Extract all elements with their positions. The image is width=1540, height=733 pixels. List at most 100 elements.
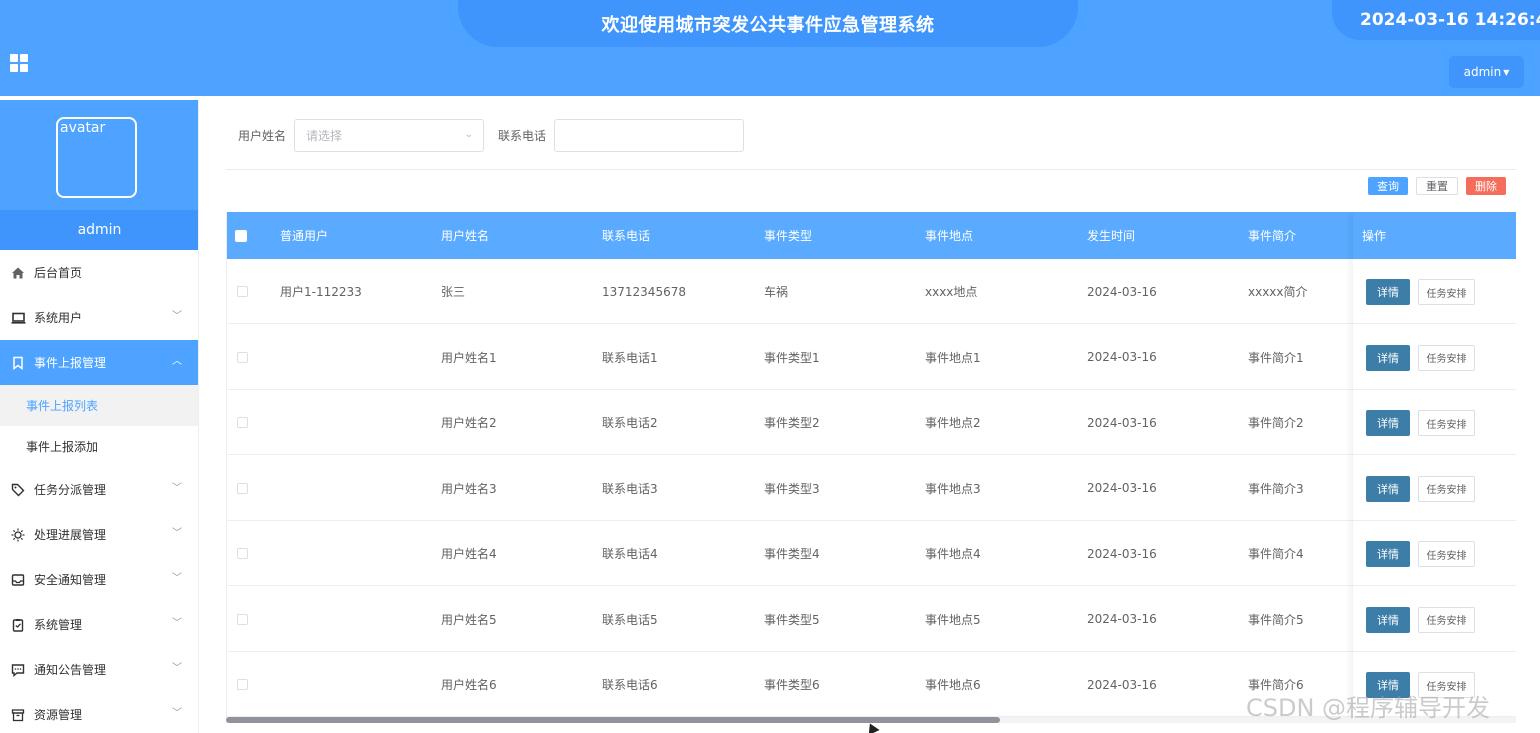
table-cell: 2024-03-16 <box>1087 350 1157 364</box>
chevron-down-icon: ▼ <box>1503 67 1510 77</box>
task-assign-button[interactable]: 任务安排 <box>1418 410 1475 436</box>
table-cell: 事件类型4 <box>764 547 820 561</box>
sidebar-item-label: 资源管理 <box>34 708 83 722</box>
table-row: 用户姓名5 联系电话5 事件类型5 事件地点5 2024-03-16 事件简介5 <box>227 586 1516 652</box>
task-assign-button[interactable]: 任务安排 <box>1418 541 1475 567</box>
column-header: 用户姓名 <box>441 229 490 243</box>
task-assign-button[interactable]: 任务安排 <box>1418 279 1475 305</box>
username-select-placeholder: 请选择 <box>306 129 343 143</box>
current-datetime: 2024-03-16 14:26:41 <box>1360 10 1540 30</box>
sidebar-item[interactable]: 系统管理 ﹀ <box>0 602 198 647</box>
sidebar-item[interactable]: 处理进展管理 ﹀ <box>0 512 198 557</box>
sidebar-item-label: 系统用户 <box>34 311 83 325</box>
task-assign-button[interactable]: 任务安排 <box>1418 606 1475 633</box>
chevron-down-icon: ﹀ <box>172 663 182 674</box>
table-cell: 用户1-112233 <box>280 285 362 299</box>
phone-filter-label: 联系电话 <box>498 129 547 143</box>
grid-icon[interactable] <box>10 54 28 72</box>
table-cell: 2024-03-16 <box>1087 481 1157 495</box>
table-cell: 事件地点3 <box>925 481 981 496</box>
table-cell: 事件类型6 <box>764 678 820 692</box>
detail-button[interactable]: 详情 <box>1366 541 1410 567</box>
table-cell: 事件简介2 <box>1248 416 1304 430</box>
task-assign-button[interactable]: 任务安排 <box>1418 475 1475 502</box>
detail-button[interactable]: 详情 <box>1366 475 1410 502</box>
table-cell: 联系电话3 <box>602 481 658 496</box>
chevron-down-icon: ﹀ <box>172 311 182 322</box>
column-header: 联系电话 <box>602 229 651 243</box>
row-checkbox[interactable] <box>237 351 248 363</box>
column-header: 事件简介 <box>1248 229 1297 243</box>
scrollbar-thumb[interactable] <box>226 717 1000 723</box>
username-filter-label: 用户姓名 <box>238 129 287 143</box>
sidebar-item-label: 任务分派管理 <box>34 483 107 497</box>
sidebar-item-label: 后台首页 <box>34 266 83 280</box>
sidebar-item-label: 通知公告管理 <box>34 663 107 677</box>
chevron-down-icon: ﹀ <box>172 708 182 719</box>
sidebar-item[interactable]: 任务分派管理 ﹀ <box>0 467 198 512</box>
data-table: 普通用户 用户姓名 联系电话 事件类型 事件地点 发生时间 事件简介 用户1-1… <box>226 212 1516 722</box>
phone-input[interactable] <box>554 119 745 152</box>
select-all-checkbox[interactable] <box>235 230 247 242</box>
delete-button[interactable]: 删除 <box>1466 177 1506 195</box>
table-cell: 事件类型5 <box>764 612 820 627</box>
action-buttons: 查询 重置 删除 <box>1368 177 1506 195</box>
table-cell: 2024-03-16 <box>1087 612 1157 626</box>
sidebar-item[interactable]: 安全通知管理 ﹀ <box>0 557 198 602</box>
table-cell: xxxxx简介 <box>1248 285 1308 299</box>
table-cell: 车祸 <box>764 285 789 299</box>
row-checkbox[interactable] <box>237 679 248 690</box>
sidebar-item-label: 安全通知管理 <box>34 573 107 587</box>
sun-icon <box>10 527 26 543</box>
detail-button[interactable]: 详情 <box>1366 279 1410 305</box>
sidebar-item[interactable]: 后台首页 <box>0 250 198 295</box>
table-row: 用户姓名3 联系电话3 事件类型3 事件地点3 2024-03-16 事件简介3 <box>227 455 1516 521</box>
table-cell: 联系电话2 <box>602 416 658 430</box>
detail-button[interactable]: 详情 <box>1366 410 1410 436</box>
chevron-down-icon: ﹀ <box>172 483 182 494</box>
clipboard-icon <box>10 617 26 633</box>
table-cell: 事件简介5 <box>1248 612 1304 627</box>
table-row: 用户姓名1 联系电话1 事件类型1 事件地点1 2024-03-16 事件简介1 <box>227 324 1516 390</box>
message-icon <box>10 662 26 678</box>
table-row: 用户1-112233 张三 13712345678 车祸 xxxx地点 2024-03-1… <box>227 259 1516 324</box>
row-checkbox[interactable] <box>237 548 248 559</box>
row-checkbox[interactable] <box>237 286 248 297</box>
task-assign-button[interactable]: 任务安排 <box>1418 344 1475 371</box>
row-checkbox[interactable] <box>237 482 248 494</box>
sidebar-subitem[interactable]: 事件上报添加 <box>0 426 198 467</box>
sidebar-username: admin <box>0 210 198 250</box>
sidebar: avatar admin 后台首页 系统用户 ﹀ 事件上报管理 ︿ 事件上报列表 事件上报添… <box>0 100 199 733</box>
main-content: 用户姓名 请选择 ⌄ 联系电话 查询 重置 删除 普通用户 用户姓名 联系电话 … <box>210 102 1534 733</box>
divider <box>226 169 1516 170</box>
reset-button[interactable]: 重置 <box>1416 177 1458 195</box>
clock-banner: 2024-03-16 14:26:41 <box>1332 0 1540 40</box>
query-button[interactable]: 查询 <box>1368 177 1408 195</box>
table-cell: 事件简介4 <box>1248 547 1304 561</box>
sidebar-item[interactable]: 系统用户 ﹀ <box>0 295 198 340</box>
table-cell: 用户姓名1 <box>441 350 497 365</box>
username-select[interactable]: 请选择 ⌄ <box>294 119 485 152</box>
sidebar-item-label: 处理进展管理 <box>34 528 107 542</box>
column-header: 事件类型 <box>764 229 813 243</box>
sidebar-item[interactable]: 通知公告管理 ﹀ <box>0 647 198 692</box>
sidebar-subitem[interactable]: 事件上报列表 <box>0 385 198 426</box>
archive-icon <box>10 707 26 723</box>
sidebar-item[interactable]: 资源管理 ﹀ <box>0 692 198 733</box>
detail-button[interactable]: 详情 <box>1366 606 1410 633</box>
row-checkbox[interactable] <box>237 417 248 428</box>
title-banner: 欢迎使用城市突发公共事件应急管理系统 <box>458 0 1078 47</box>
user-menu-button[interactable]: admin ▼ <box>1449 56 1524 88</box>
actions-column: 操作 详情 任务安排 详情 任务安排 详情 任务安排 详情 任务安排 详情 任务安排 详情 任务安排详… <box>1353 212 1516 722</box>
detail-button[interactable]: 详情 <box>1366 344 1410 371</box>
table-cell: 用户姓名4 <box>441 547 497 561</box>
table-cell: 张三 <box>441 285 466 299</box>
table-cell: 事件类型2 <box>764 416 820 430</box>
table-cell: 联系电话5 <box>602 612 658 627</box>
chevron-down-icon: ﹀ <box>172 618 182 629</box>
table-cell: 用户姓名6 <box>441 678 497 692</box>
sidebar-item-label: 系统管理 <box>34 618 83 632</box>
row-checkbox[interactable] <box>237 613 248 625</box>
sidebar-item[interactable]: 事件上报管理 ︿ <box>0 340 198 385</box>
table-cell: 2024-03-16 <box>1087 284 1157 299</box>
